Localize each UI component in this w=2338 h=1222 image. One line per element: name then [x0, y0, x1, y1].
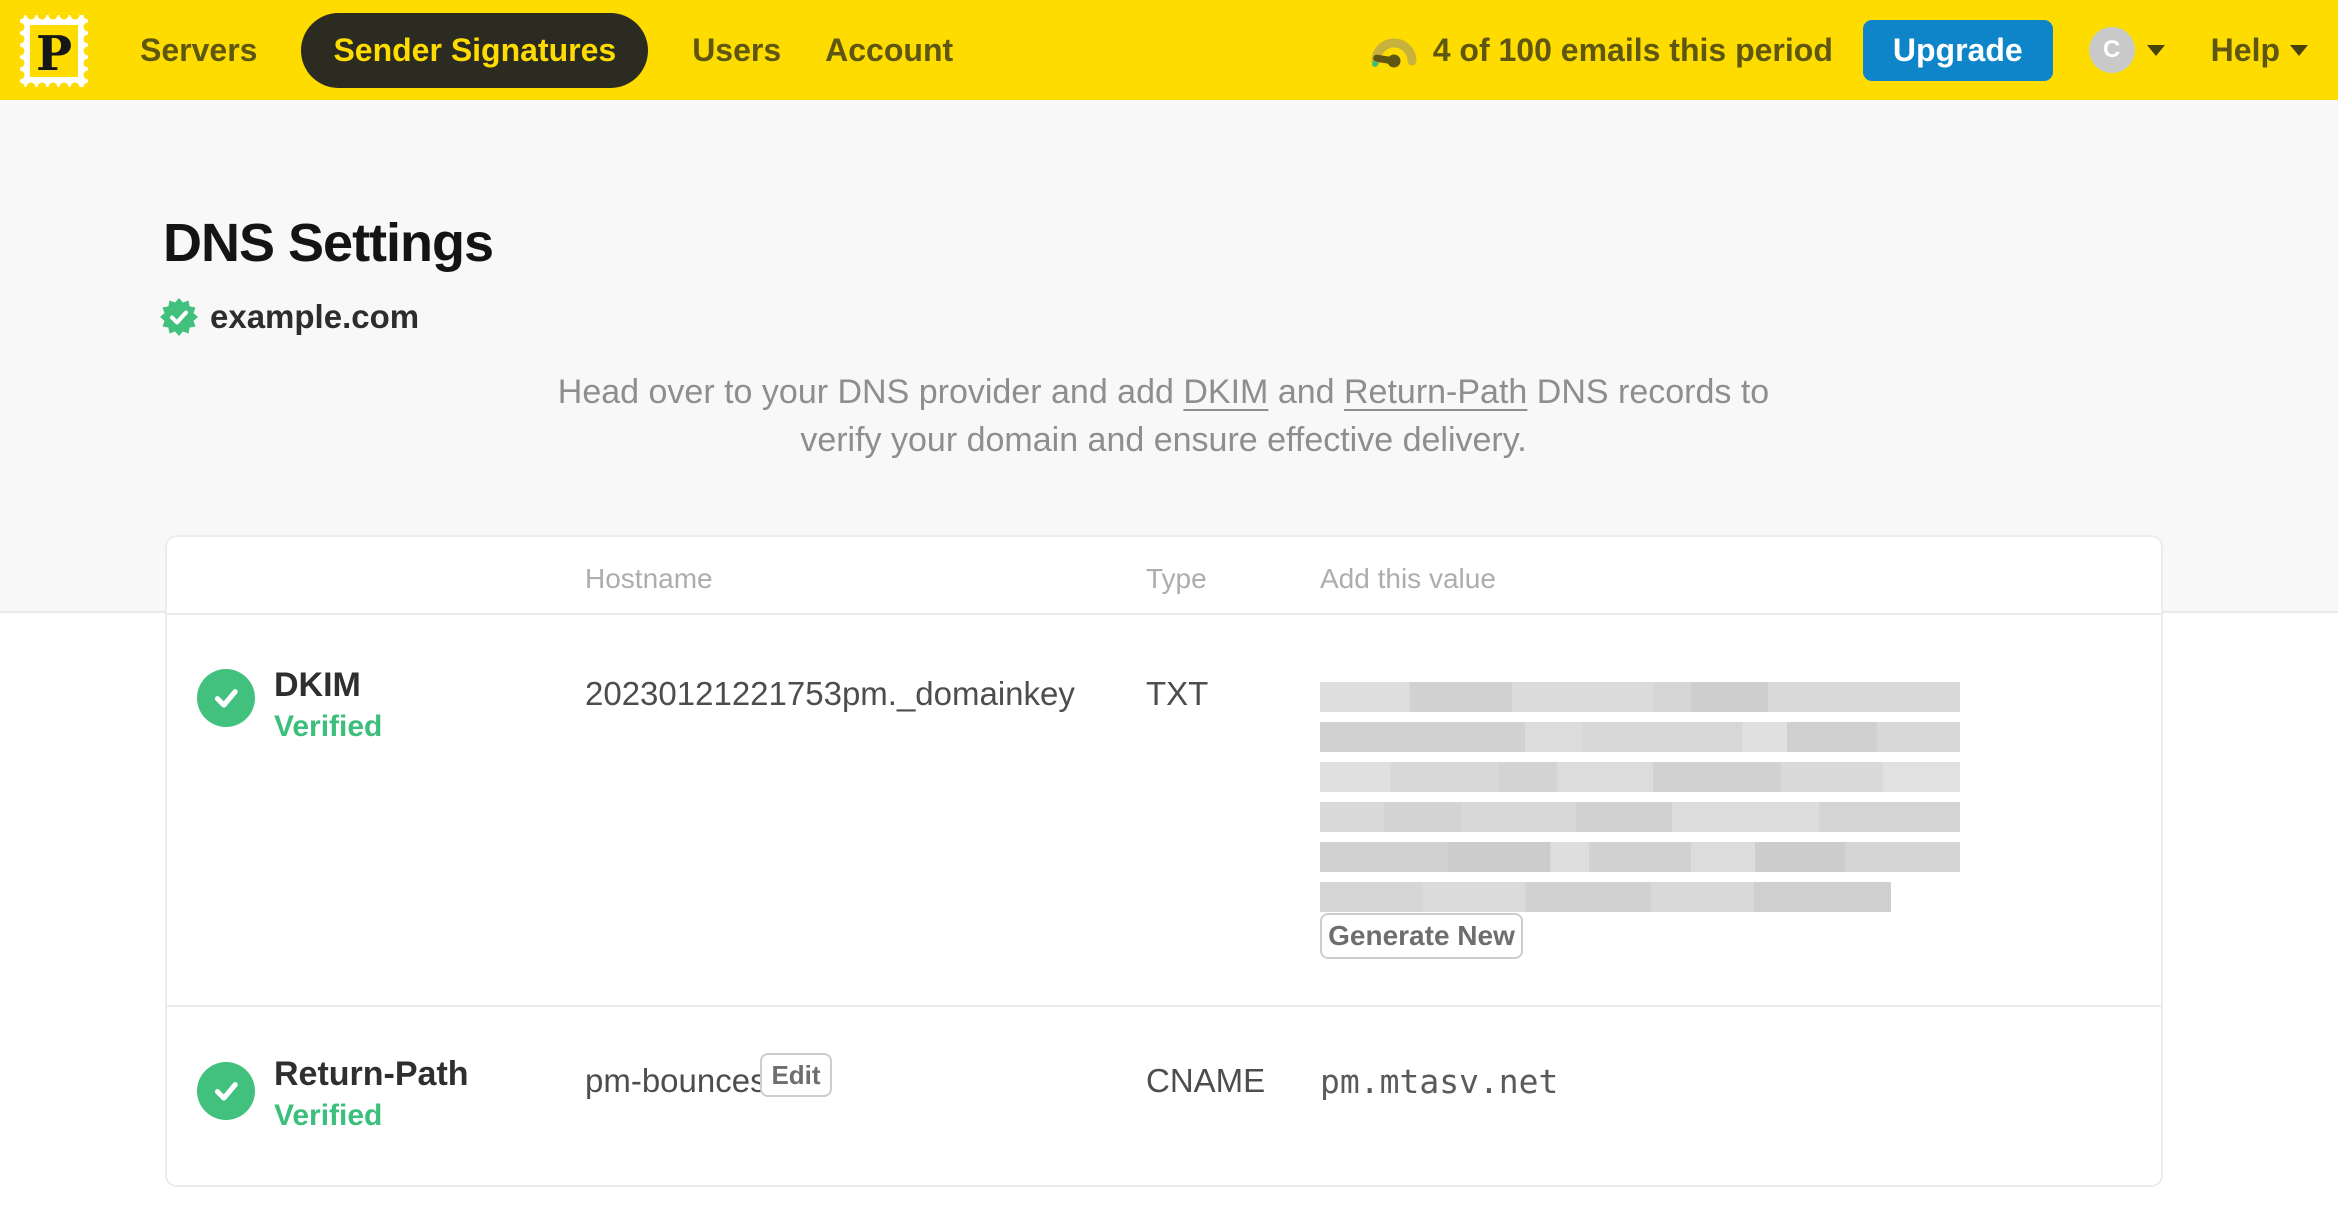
- record-hostname: pm-bounces: [585, 1062, 767, 1099]
- nav-item-sender-signatures[interactable]: Sender Signatures: [301, 12, 649, 88]
- return-path-link[interactable]: Return-Path: [1344, 373, 1527, 411]
- edit-button[interactable]: Edit: [760, 1053, 832, 1097]
- generate-new-button[interactable]: Generate New: [1320, 913, 1523, 959]
- top-navigation-bar: P Servers Sender Signatures Users Accoun…: [0, 0, 2338, 100]
- redacted-bar: [1320, 682, 1960, 712]
- upgrade-button[interactable]: Upgrade: [1862, 19, 2053, 81]
- table-header-row: Hostname Type Add this value: [167, 537, 2161, 615]
- record-status: Verified: [274, 1099, 383, 1132]
- instruction-and: and: [1268, 373, 1344, 411]
- nav-item-account[interactable]: Account: [825, 32, 953, 69]
- column-header-type: Type: [1146, 563, 1207, 594]
- record-name: Return-Path: [274, 1055, 469, 1093]
- primary-nav: Servers Sender Signatures Users Account: [140, 0, 953, 100]
- verified-check-icon: [197, 1062, 255, 1120]
- verified-seal-icon: [160, 298, 198, 336]
- chevron-down-icon: [2146, 44, 2165, 56]
- instruction-text: Head over to your DNS provider and add D…: [165, 368, 2162, 465]
- nav-right-cluster: 4 of 100 emails this period Upgrade C He…: [1369, 0, 2308, 100]
- help-label: Help: [2210, 31, 2280, 68]
- nav-item-servers[interactable]: Servers: [140, 32, 257, 69]
- gauge-icon: [1371, 38, 1417, 68]
- dkim-link[interactable]: DKIM: [1183, 373, 1268, 411]
- record-value: pm.mtasv.net: [1320, 1062, 1559, 1101]
- stamp-logo-icon: P: [15, 10, 93, 92]
- record-hostname: 20230121221753pm._domainkey: [585, 675, 1075, 712]
- redacted-bar: [1320, 722, 1960, 752]
- row-divider: [167, 1005, 2161, 1007]
- redacted-bar: [1320, 762, 1960, 792]
- chevron-down-icon: [2290, 44, 2308, 56]
- usage-text: 4 of 100 emails this period: [1432, 31, 1833, 68]
- account-menu[interactable]: C: [2088, 27, 2165, 73]
- postmark-logo[interactable]: P: [15, 10, 93, 92]
- redacted-bar: [1320, 842, 1960, 872]
- avatar[interactable]: C: [2088, 27, 2135, 73]
- redacted-bar: [1320, 802, 1960, 832]
- page-title: DNS Settings: [163, 213, 494, 273]
- redacted-dns-value: [1320, 682, 1960, 922]
- usage-meter: 4 of 100 emails this period: [1369, 28, 1833, 72]
- domain-name: example.com: [210, 298, 420, 335]
- redacted-bar: [1320, 882, 1891, 912]
- verified-check-icon: [197, 669, 255, 727]
- column-header-hostname: Hostname: [585, 563, 713, 594]
- column-header-value: Add this value: [1320, 563, 1496, 594]
- instruction-prefix: Head over to your DNS provider and add: [557, 373, 1184, 411]
- dns-records-card: Hostname Type Add this value DKIM Verifi…: [165, 535, 2163, 1187]
- record-name: DKIM: [274, 666, 361, 704]
- domain-row: example.com: [160, 298, 419, 336]
- nav-item-users[interactable]: Users: [692, 32, 781, 69]
- record-type: CNAME: [1146, 1062, 1266, 1099]
- record-status: Verified: [274, 710, 383, 743]
- help-menu[interactable]: Help: [2211, 32, 2308, 69]
- record-type: TXT: [1146, 675, 1209, 712]
- svg-text:P: P: [36, 26, 72, 82]
